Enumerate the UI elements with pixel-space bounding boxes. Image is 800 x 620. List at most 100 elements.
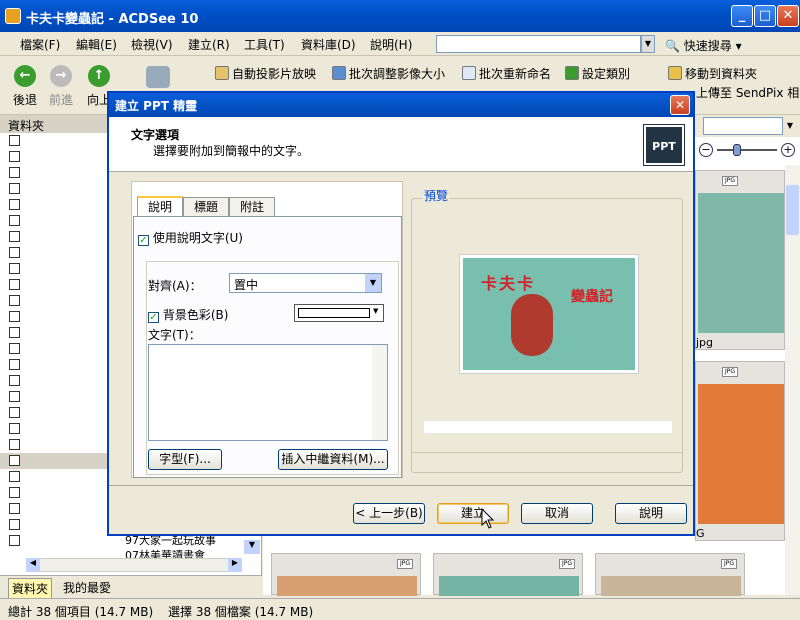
folder-checkbox[interactable]	[9, 359, 20, 370]
back-step-button[interactable]: < 上一步(B)	[353, 503, 425, 524]
folder-checkbox[interactable]	[9, 407, 20, 418]
folder-checkbox[interactable]	[9, 311, 20, 322]
batch-resize-button[interactable]: 批次調整影像大小	[332, 65, 445, 82]
filter-dropdown-icon[interactable]: ▼	[783, 117, 797, 135]
minimize-button[interactable]: _	[731, 5, 753, 27]
zoom-out-icon[interactable]: −	[699, 143, 713, 157]
zoom-track	[717, 149, 777, 151]
jpg-badge: JPG	[721, 559, 737, 569]
slideshow-button[interactable]: 自動投影片放映	[215, 65, 316, 82]
folder-checkbox[interactable]	[9, 183, 20, 194]
maximize-button[interactable]: □	[754, 5, 776, 27]
quick-search-button[interactable]: 🔍 快速搜尋 ▾	[665, 37, 742, 54]
forward-label: 前進	[48, 93, 73, 107]
color-picker[interactable]: ▼	[294, 304, 384, 322]
text-input[interactable]	[148, 344, 388, 441]
folder-checkbox[interactable]	[9, 423, 20, 434]
tab-favorites[interactable]: 我的最愛	[60, 578, 114, 597]
folder-checkbox[interactable]	[9, 455, 20, 466]
forward-button[interactable]: → 前進	[46, 65, 76, 108]
thumbnail-cell[interactable]: JPG	[595, 553, 745, 596]
checkbox-checked-icon: ✓	[138, 235, 149, 246]
menu-help[interactable]: 說明(H)	[370, 36, 412, 53]
folder-checkbox[interactable]	[9, 327, 20, 338]
insert-metadata-button[interactable]: 插入中繼資料(M)...	[278, 449, 388, 470]
dialog-close-button[interactable]: ✕	[670, 95, 690, 115]
tab-folders[interactable]: 資料夾	[8, 578, 53, 599]
create-button[interactable]: 建立	[437, 503, 509, 524]
preview-caption-bar	[424, 421, 672, 433]
set-category-button[interactable]: 設定類別	[565, 65, 630, 82]
folder-checkbox[interactable]	[9, 535, 20, 546]
folder-panel-title: 資料夾	[8, 119, 45, 133]
menu-edit[interactable]: 編輯(E)	[76, 36, 117, 53]
preview-slide: 卡夫卡 變蟲記	[459, 254, 639, 374]
search-dropdown-icon[interactable]: ▼	[641, 35, 655, 53]
menu-view[interactable]: 檢視(V)	[131, 36, 173, 53]
tab-title[interactable]: 標題	[183, 197, 229, 217]
align-select[interactable]: 置中	[229, 273, 382, 293]
folder-checkbox[interactable]	[9, 263, 20, 274]
folder-checkbox[interactable]	[9, 503, 20, 514]
folder-checkbox[interactable]	[9, 471, 20, 482]
thumbnail-cell[interactable]: JPG G	[695, 361, 785, 541]
scroll-thumb[interactable]	[786, 185, 799, 235]
menu-database[interactable]: 資料庫(D)	[301, 36, 356, 53]
mouse-cursor-icon	[481, 508, 495, 529]
thumbnail-cell[interactable]: JPG	[433, 553, 583, 596]
zoom-thumb[interactable]	[733, 144, 741, 156]
jpg-badge: JPG	[397, 559, 413, 569]
folder-checkbox[interactable]	[9, 279, 20, 290]
folder-move-icon	[668, 66, 682, 80]
align-dropdown-icon[interactable]: ▼	[365, 274, 381, 292]
tree-scroll-down-icon[interactable]: ▼	[244, 540, 260, 554]
scroll-left-icon[interactable]: ◀	[26, 558, 40, 572]
folder-checkbox[interactable]	[9, 391, 20, 402]
thumbnail-caption: jpg	[696, 336, 714, 349]
font-button[interactable]: 字型(F)...	[148, 449, 222, 470]
menu-file[interactable]: 檔案(F)	[20, 36, 60, 53]
thumbnail-caption: G	[696, 527, 705, 540]
vertical-scrollbar[interactable]	[785, 165, 800, 595]
menu-tools[interactable]: 工具(T)	[244, 36, 285, 53]
tab-notes[interactable]: 附註	[229, 197, 275, 217]
thumbnail-cell[interactable]: JPG	[271, 553, 421, 596]
text-scrollbar[interactable]	[372, 345, 387, 440]
folder-checkbox[interactable]	[9, 375, 20, 386]
folder-checkbox[interactable]	[9, 487, 20, 498]
bg-color-checkbox[interactable]: ✓ 背景色彩(B)	[148, 306, 228, 323]
move-to-folder-button[interactable]: 移動到資料夾	[668, 65, 757, 82]
filter-dropdown[interactable]	[703, 117, 783, 135]
batch-rename-button[interactable]: 批次重新命名	[462, 65, 551, 82]
upload-sendpix-button[interactable]: 上傳至 SendPix 相簿	[696, 84, 800, 101]
tab-caption[interactable]: 說明	[137, 196, 183, 218]
scroll-right-icon[interactable]: ▶	[228, 558, 242, 572]
folder-checkbox[interactable]	[9, 151, 20, 162]
zoom-slider[interactable]: − +	[699, 143, 799, 159]
thumbnail-cell[interactable]: JPG jpg	[695, 170, 785, 350]
folder-checkbox[interactable]	[9, 135, 20, 146]
help-button[interactable]: 說明	[615, 503, 687, 524]
folder-checkbox[interactable]	[9, 247, 20, 258]
folder-checkbox[interactable]	[9, 295, 20, 306]
use-caption-checkbox[interactable]: ✓ 使用說明文字(U)	[138, 229, 243, 246]
close-button[interactable]: ✕	[777, 5, 799, 27]
back-button[interactable]: ← 後退	[10, 65, 40, 108]
folder-checkbox[interactable]	[9, 343, 20, 354]
folder-checkbox[interactable]	[9, 519, 20, 530]
zoom-in-icon[interactable]: +	[781, 143, 795, 157]
cancel-button[interactable]: 取消	[521, 503, 593, 524]
folder-checkbox[interactable]	[9, 199, 20, 210]
folder-checkbox[interactable]	[9, 439, 20, 450]
move-to-folder-label: 移動到資料夾	[685, 67, 758, 81]
panel-tabs: 資料夾 我的最愛	[0, 575, 262, 599]
resize-icon	[332, 66, 346, 80]
menu-create[interactable]: 建立(R)	[188, 36, 230, 53]
quick-search-input[interactable]	[436, 35, 641, 53]
text-label: 文字(T)：	[148, 328, 201, 342]
folder-checkbox[interactable]	[9, 167, 20, 178]
acquire-icon[interactable]	[146, 66, 170, 88]
horizontal-scrollbar[interactable]	[26, 558, 242, 572]
folder-checkbox[interactable]	[9, 231, 20, 242]
folder-checkbox[interactable]	[9, 215, 20, 226]
